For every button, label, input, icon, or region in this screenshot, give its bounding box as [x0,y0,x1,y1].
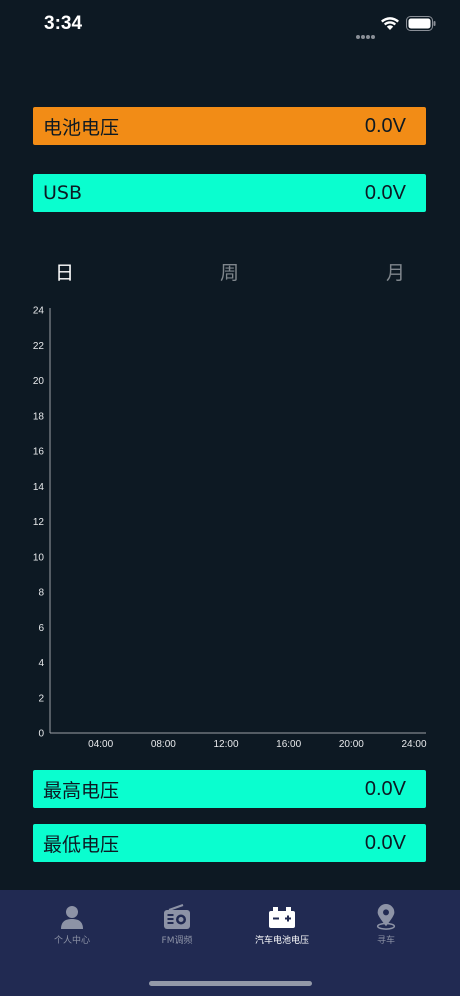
y-tick-label: 6 [38,623,44,634]
tab-month[interactable]: 月 [386,258,405,285]
min-voltage-value: 0.0V [364,831,406,854]
tabbar-item-profile[interactable]: 个人中心 [17,904,127,946]
tab-week[interactable]: 周 [220,258,239,285]
person-icon [61,906,83,929]
signal-dots-icon [356,24,376,39]
tab-day[interactable]: 日 [55,258,74,285]
x-tick-label: 20:00 [339,739,364,750]
x-tick-label: 24:00 [401,739,426,750]
y-tick-label: 24 [33,306,45,317]
battery-voltage-value: 0.0V [364,114,406,137]
y-tick-label: 16 [33,447,45,458]
max-voltage-value: 0.0V [364,777,406,800]
y-tick-label: 0 [38,729,44,740]
app-screen: 3:34 电池电压 0.0V USB 0.0V 日 周 月 0 2 4 6 8 10 12 1… [0,0,460,996]
min-voltage-label: 最低电压 [43,833,120,856]
x-tick-label: 08:00 [151,739,176,750]
usb-voltage-row: USB 0.0V [33,174,426,212]
usb-voltage-label: USB [43,182,83,204]
y-tick-label: 12 [33,517,45,528]
max-voltage-label: 最高电压 [43,779,120,802]
tabbar-item-find-car[interactable]: 寻车 [331,904,441,946]
tabbar-item-fm[interactable]: FM调频 [122,904,232,946]
wifi-icon [381,17,399,30]
y-tick-label: 8 [38,588,44,599]
max-voltage-row: 最高电压 0.0V [33,770,426,808]
min-voltage-row: 最低电压 0.0V [33,824,426,862]
y-tick-label: 18 [33,411,45,422]
y-tick-label: 2 [38,693,44,704]
tabbar-label-find-car: 寻车 [376,936,395,946]
tabbar-label-car-battery: 汽车电池电压 [254,936,309,946]
voltage-chart: 024681012141618202224 04:00 08:00 12:00 16:… [33,306,427,751]
y-tick-label: 14 [33,482,45,493]
x-tick-label: 16:00 [276,739,301,750]
tabbar-item-car-battery[interactable]: 汽车电池电压 [227,904,337,946]
x-tick-label: 04:00 [88,739,113,750]
x-tick-label: 12:00 [213,739,238,750]
y-tick-label: 22 [33,341,45,352]
location-pin-icon [376,904,396,930]
battery-voltage-label: 电池电压 [43,116,120,139]
y-tick-label: 10 [33,552,45,563]
tabbar-label-fm: FM调频 [161,936,193,946]
home-indicator [149,981,312,986]
battery-voltage-row: 电池电压 0.0V [33,107,426,145]
radio-icon [164,904,190,929]
status-time: 3:34 [44,13,83,34]
usb-voltage-value: 0.0V [364,181,406,204]
tabbar-label-profile: 个人中心 [53,936,90,946]
y-tick-label: 4 [38,658,44,669]
y-tick-label: 20 [33,376,45,387]
battery-status-icon [406,16,436,31]
car-battery-icon [269,907,295,928]
